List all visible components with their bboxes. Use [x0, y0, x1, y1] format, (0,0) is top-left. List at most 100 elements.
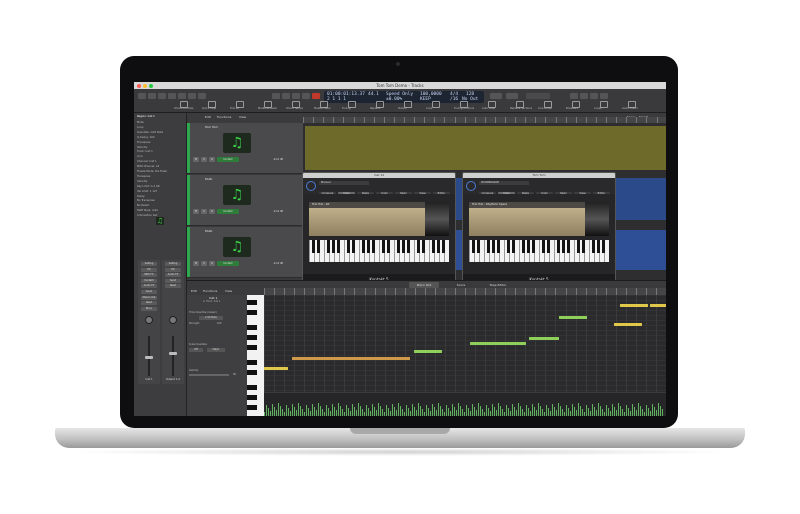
quick-help-button[interactable] — [158, 93, 166, 99]
velocity-bar[interactable] — [404, 412, 405, 416]
velocity-bar[interactable] — [280, 406, 281, 416]
velocity-bar[interactable] — [654, 407, 655, 416]
velocity-bar[interactable] — [618, 403, 619, 416]
velocity-bar[interactable] — [640, 406, 641, 416]
velocity-bar[interactable] — [444, 412, 445, 416]
midi-note[interactable] — [414, 350, 442, 353]
velocity-bar[interactable] — [596, 410, 597, 416]
velocity-bar[interactable] — [354, 407, 355, 416]
black-key[interactable] — [367, 240, 370, 253]
velocity-bar[interactable] — [366, 405, 367, 416]
inspector-row[interactable]: Key Limit: C-2 G8 — [137, 185, 183, 189]
velocity-bar[interactable] — [502, 409, 503, 416]
plugin-window[interactable]: Inst 12 Manual CompareCopyPasteUndoRedoV… — [302, 172, 456, 286]
velocity-bar[interactable] — [574, 407, 575, 416]
velocity-bar[interactable] — [508, 408, 509, 416]
velocity-bar[interactable] — [316, 410, 317, 416]
velocity-bar[interactable] — [442, 409, 443, 416]
track-plugin-slot[interactable]: Kontakt — [217, 209, 239, 214]
velocity-bar[interactable] — [478, 403, 479, 416]
velocity-bar[interactable] — [454, 407, 455, 416]
black-key[interactable] — [417, 240, 420, 253]
velocity-bar[interactable] — [434, 407, 435, 416]
velocity-bar[interactable] — [402, 409, 403, 416]
velocity-bar[interactable] — [456, 410, 457, 416]
velocity-bar[interactable] — [522, 409, 523, 416]
inspector-row[interactable]: Transpose: — [137, 141, 183, 145]
strip-button[interactable]: Send — [141, 290, 157, 294]
black-key[interactable] — [247, 335, 257, 340]
black-key[interactable] — [527, 240, 530, 253]
velocity-bar[interactable] — [448, 408, 449, 416]
velocity-bar[interactable] — [344, 412, 345, 416]
strip-button[interactable]: EQ — [165, 267, 181, 272]
velocity-bar[interactable] — [636, 410, 637, 416]
velocity-bar[interactable] — [646, 405, 647, 416]
black-key[interactable] — [387, 240, 390, 253]
velocity-bar[interactable] — [426, 405, 427, 416]
black-key[interactable] — [577, 240, 580, 253]
velocity-bar[interactable] — [384, 412, 385, 416]
velocity-bar[interactable] — [496, 410, 497, 416]
velocity-bar[interactable] — [372, 404, 373, 416]
velocity-bar[interactable] — [588, 408, 589, 416]
velocity-bar[interactable] — [500, 406, 501, 416]
library-button[interactable] — [138, 93, 146, 99]
velocity-bar[interactable] — [552, 404, 553, 416]
record-arm-button[interactable]: R — [209, 209, 215, 214]
black-key[interactable] — [602, 240, 605, 253]
inspector-row[interactable]: No Reset: — [137, 204, 183, 208]
strip-button[interactable]: Bnce — [141, 306, 157, 311]
volume-fader[interactable] — [145, 356, 153, 359]
velocity-bar[interactable] — [330, 411, 331, 416]
black-key[interactable] — [557, 240, 560, 253]
smart-controls-button[interactable] — [178, 93, 186, 99]
black-key[interactable] — [247, 385, 257, 390]
master-volume-slider[interactable] — [526, 93, 550, 99]
black-key[interactable] — [512, 240, 515, 253]
velocity-bar[interactable] — [368, 408, 369, 416]
velocity-bar[interactable] — [352, 404, 353, 416]
velocity-bar[interactable] — [638, 403, 639, 416]
velocity-bar[interactable] — [652, 404, 653, 416]
velocity-bar[interactable] — [492, 404, 493, 416]
black-key[interactable] — [347, 240, 350, 253]
velocity-bar[interactable] — [266, 405, 267, 416]
white-key[interactable] — [344, 240, 345, 262]
browsers-button[interactable] — [600, 93, 608, 99]
velocity-bar[interactable] — [540, 406, 541, 416]
black-key[interactable] — [437, 240, 440, 253]
white-key[interactable] — [429, 240, 430, 262]
black-key[interactable] — [337, 240, 340, 253]
velocity-bar[interactable] — [310, 411, 311, 416]
solo-button[interactable]: S — [201, 209, 207, 214]
velocity-bar[interactable] — [290, 411, 291, 416]
velocity-bar[interactable] — [436, 410, 437, 416]
midi-note[interactable] — [650, 304, 666, 307]
velocity-bar[interactable] — [494, 407, 495, 416]
black-key[interactable] — [352, 240, 355, 253]
midi-note[interactable] — [292, 357, 410, 360]
velocity-bar[interactable] — [328, 408, 329, 416]
velocity-bar[interactable] — [452, 404, 453, 416]
velocity-bar[interactable] — [620, 406, 621, 416]
white-key[interactable] — [554, 240, 555, 262]
pan-knob[interactable] — [145, 316, 153, 324]
black-key[interactable] — [507, 240, 510, 253]
velocity-bar[interactable] — [542, 409, 543, 416]
region-label[interactable]: Region: Inst 1 — [137, 115, 183, 119]
kontakt-panel[interactable] — [309, 208, 425, 236]
inspector-row[interactable]: Channel: Inst 1 — [137, 160, 183, 164]
velocity-bar[interactable] — [628, 408, 629, 416]
velocity-bar[interactable] — [332, 404, 333, 416]
output-pan-knob[interactable] — [169, 316, 177, 324]
velocity-bar[interactable] — [464, 412, 465, 416]
toolbar-tool-icon[interactable] — [432, 101, 440, 108]
velocity-bar[interactable] — [378, 403, 379, 416]
black-key[interactable] — [247, 345, 257, 350]
inspector-row[interactable]: Transpose: — [137, 175, 183, 179]
notepad-button[interactable] — [580, 93, 588, 99]
record-button[interactable] — [312, 93, 320, 99]
inspector-row[interactable]: Icon: — [137, 155, 183, 159]
velocity-bar[interactable] — [518, 403, 519, 416]
